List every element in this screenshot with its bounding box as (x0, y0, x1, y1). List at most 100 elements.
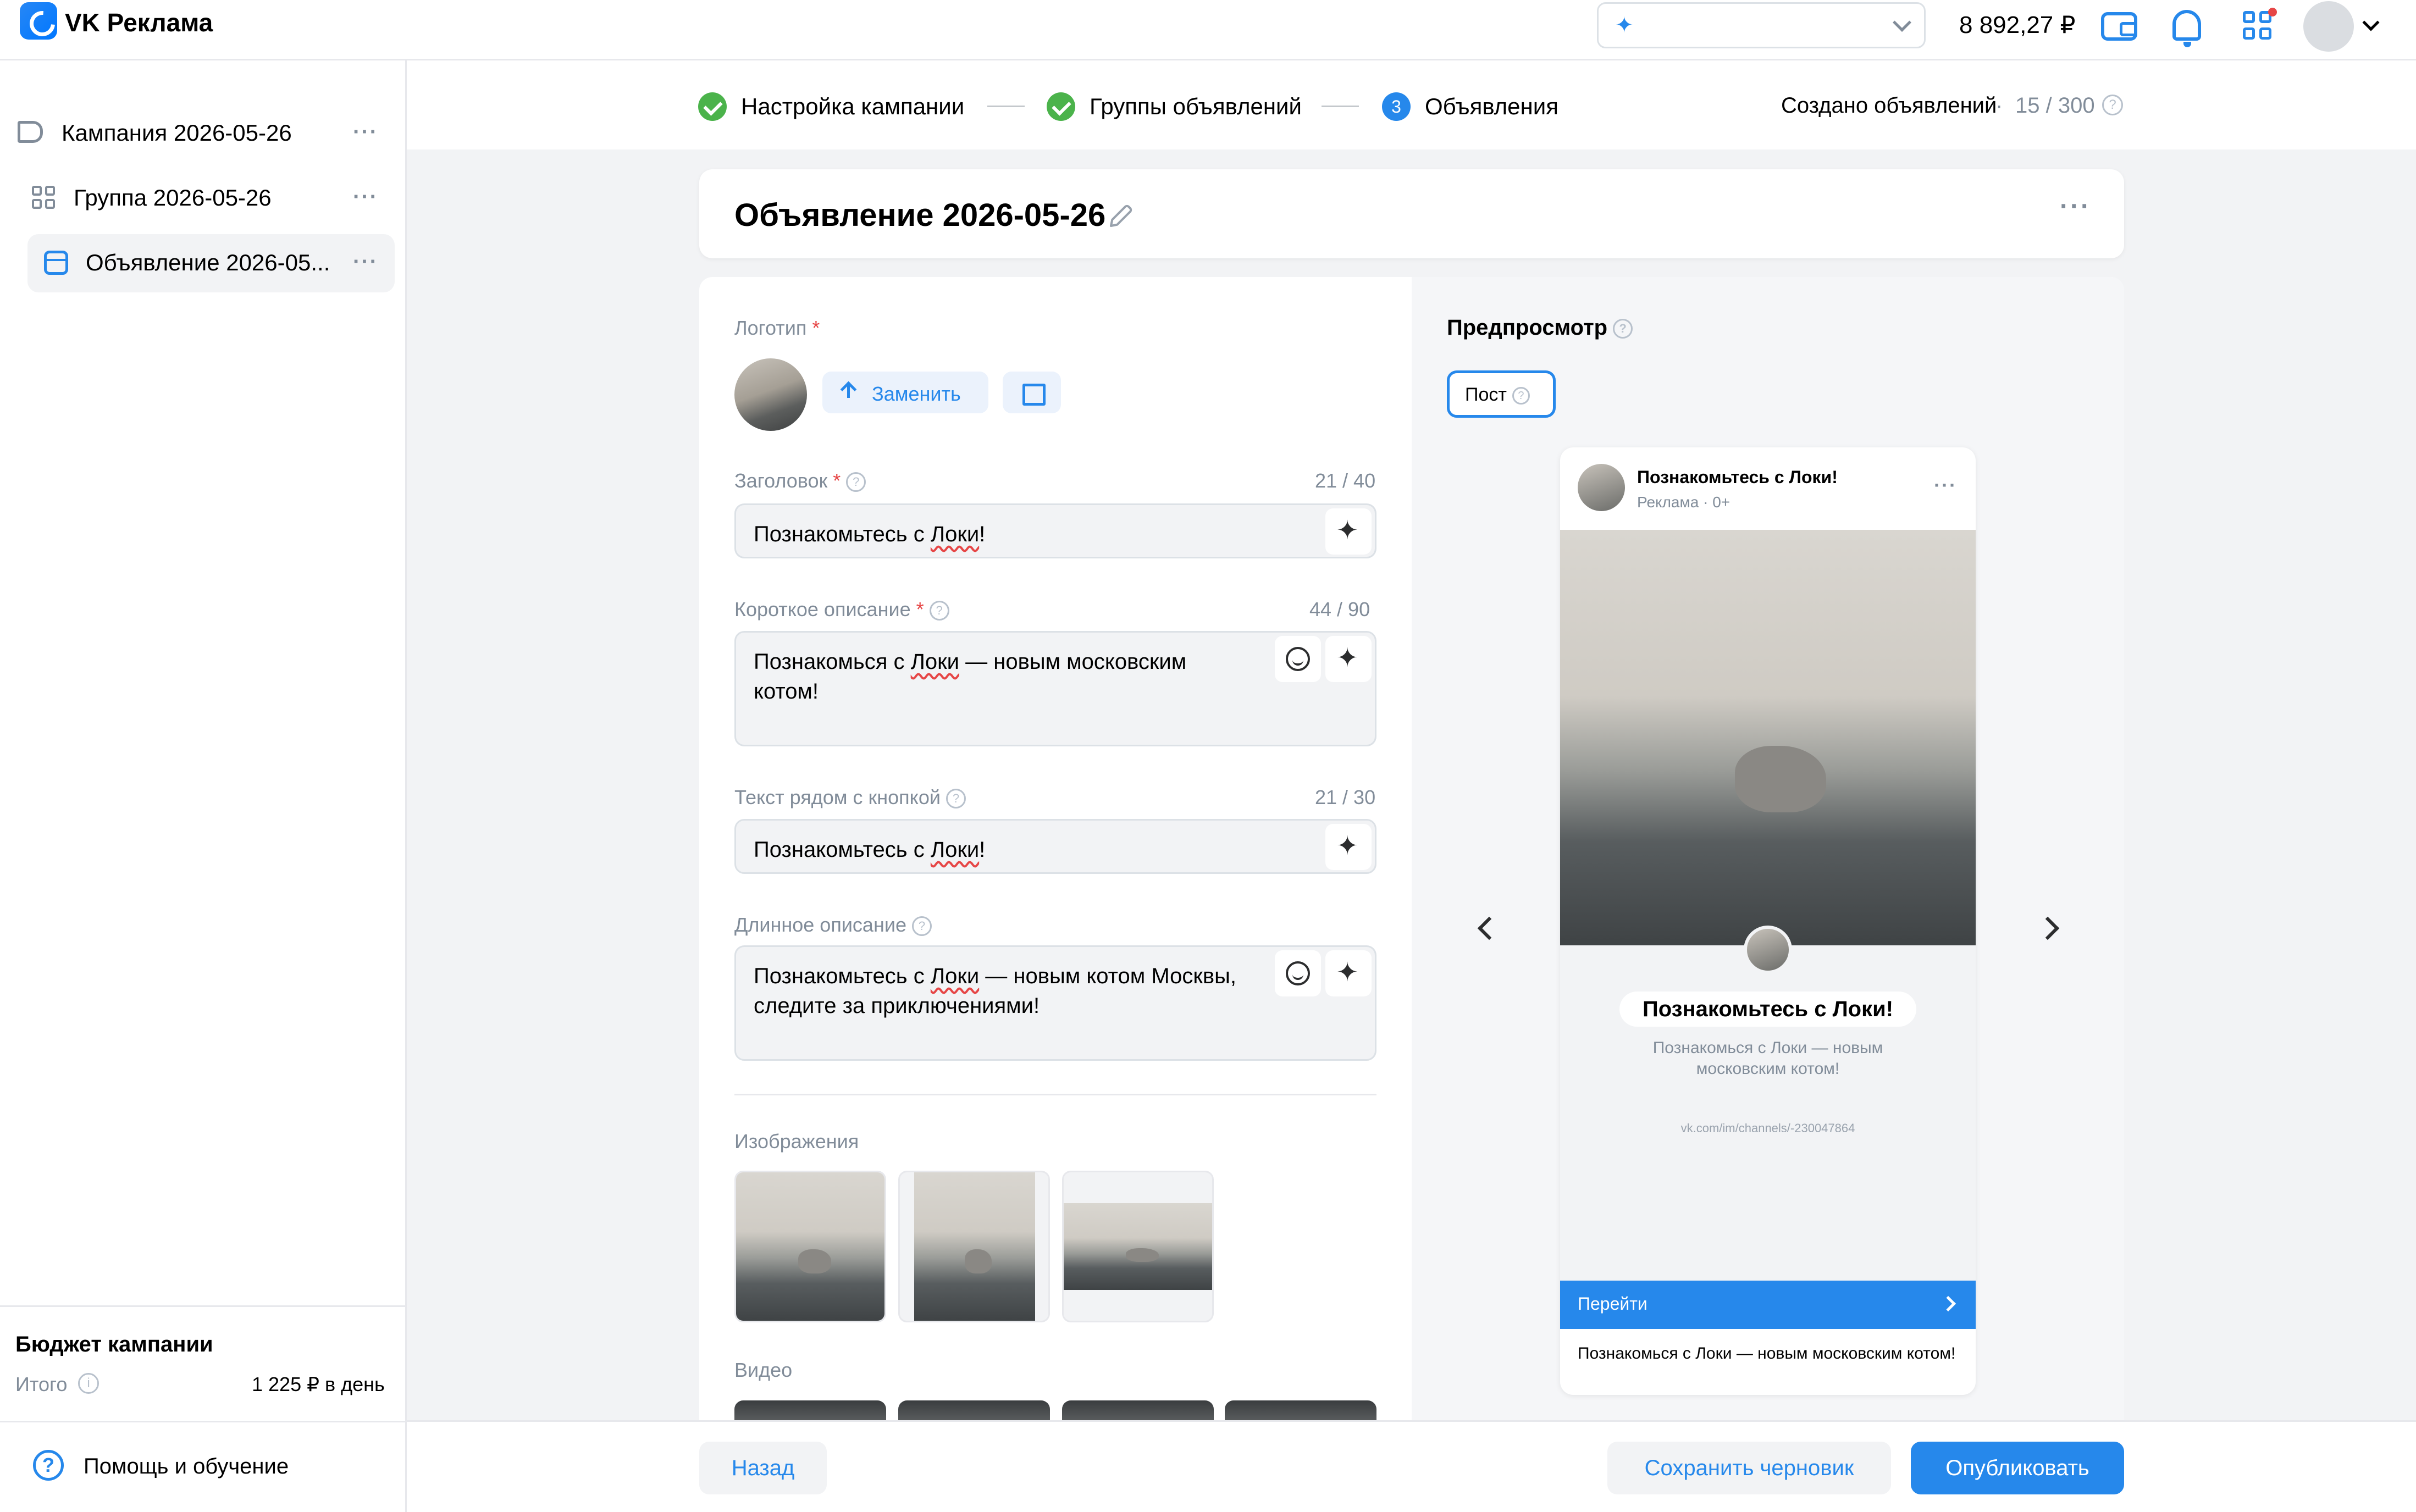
help-icon[interactable]: ? (33, 1450, 64, 1481)
check-icon (698, 92, 727, 121)
sidebar-item-group[interactable]: Группа 2026-05-26 ··· (27, 169, 395, 228)
sidebar-item-label: Объявление 2026-05... (86, 250, 330, 275)
ads-created-label: Создано объявлений (1781, 93, 1997, 118)
separator: · (1995, 93, 2003, 118)
more-icon[interactable]: ··· (353, 250, 378, 274)
save-draft-button[interactable]: Сохранить черновик (1607, 1442, 1891, 1494)
step-campaign-settings[interactable]: Настройка кампании (741, 93, 964, 120)
post-author-name: Познакомьтесь с Локи! (1637, 467, 1838, 487)
publish-button[interactable]: Опубликовать (1911, 1442, 2124, 1494)
image-thumbnail[interactable] (898, 1171, 1050, 1322)
chevron-down-icon[interactable] (2362, 14, 2380, 31)
apps-icon[interactable] (2243, 8, 2277, 42)
divider (0, 1305, 405, 1307)
post-preview: Познакомьтесь с Локи! Реклама · 0+ ··· П… (1560, 447, 1976, 1395)
help-link[interactable]: Помощь и обучение (84, 1454, 289, 1479)
more-icon[interactable]: ··· (353, 185, 378, 209)
more-icon[interactable]: ··· (2060, 191, 2091, 221)
pencil-icon[interactable] (1106, 201, 1136, 231)
step-ads[interactable]: Объявления (1425, 93, 1558, 120)
button-text-counter: 21 / 30 (1315, 786, 1376, 808)
post-meta: Реклама · 0+ (1637, 494, 1731, 511)
logo-label: Логотип * (734, 317, 820, 339)
sidebar-item-label: Группа 2026-05-26 (74, 185, 272, 211)
vk-ads-logo-icon[interactable] (20, 2, 57, 40)
images-label: Изображения (734, 1130, 859, 1153)
image-thumbnail[interactable] (734, 1171, 886, 1322)
user-avatar[interactable] (2303, 1, 2354, 52)
headline-counter: 21 / 40 (1315, 469, 1376, 492)
chevron-left-icon[interactable] (1477, 916, 1501, 940)
wallet-icon[interactable] (2101, 12, 2137, 41)
sparkle-icon: ✦ (1615, 13, 1634, 37)
long-description-input[interactable]: Познакомьтесь с Локи — новым котом Москв… (734, 945, 1376, 1061)
account-balance[interactable]: 8 892,27 ₽ (1959, 11, 2076, 39)
ad-title: Объявление 2026-05-26 (734, 197, 1106, 233)
step-ad-groups[interactable]: Группы объявлений (1090, 93, 1302, 120)
help-icon[interactable]: ? (911, 916, 932, 937)
ads-created-count: 15 / 300 (2015, 93, 2095, 118)
notification-dot (2268, 8, 2277, 16)
bottom-bar: Назад Сохранить черновик Опубликовать (407, 1420, 2416, 1512)
button-text-value: Познакомьтесь с Локи! (754, 838, 986, 862)
megaphone-icon (18, 121, 43, 143)
help-icon[interactable]: ? (946, 789, 966, 809)
help-icon[interactable]: ? (846, 472, 866, 492)
logo-image (734, 358, 807, 431)
chevron-down-icon (1893, 13, 1911, 32)
budget-label: Итого (15, 1373, 68, 1395)
replace-logo-button[interactable]: Заменить (822, 372, 988, 413)
more-icon[interactable]: ··· (353, 120, 378, 145)
bell-icon[interactable] (2172, 10, 2201, 47)
photo (1064, 1203, 1212, 1290)
chevron-right-icon[interactable] (2036, 916, 2060, 940)
step-connector (987, 106, 1025, 107)
cta-label: Перейти (1578, 1294, 1647, 1314)
ai-generate-icon[interactable] (1325, 950, 1372, 996)
sidebar-item-campaign[interactable]: Кампания 2026-05-26 ··· (18, 104, 395, 163)
image-thumbnail[interactable] (1062, 1171, 1214, 1322)
ai-generate-icon[interactable] (1325, 824, 1372, 870)
ai-assistant-select[interactable]: ✦ (1597, 2, 1926, 48)
help-icon[interactable]: ? (1613, 319, 1633, 339)
post-mini-avatar (1744, 926, 1792, 974)
app-title[interactable]: VK Реклама (65, 8, 213, 37)
post-description: Познакомься с Локи — новым московским ко… (1652, 1039, 1883, 1078)
emoji-icon[interactable] (1275, 636, 1321, 682)
sidebar: Кампания 2026-05-26 ··· Группа 2026-05-2… (0, 60, 407, 1512)
photo (736, 1172, 884, 1321)
post-link: vk.com/im/channels/-230047864 (1680, 1121, 1855, 1135)
ai-generate-icon[interactable] (1325, 636, 1372, 682)
help-icon[interactable]: ? (2102, 95, 2123, 115)
emoji-icon[interactable] (1275, 950, 1321, 996)
headline-input[interactable]: Познакомьтесь с Локи! (734, 503, 1376, 558)
replace-label: Заменить (872, 383, 961, 405)
ad-form-card: Логотип * Заменить Заголовок *? 21 / 40 … (699, 277, 2124, 1433)
post-headline: Познакомьтесь с Локи! (1619, 992, 1916, 1027)
sidebar-item-ad[interactable]: Объявление 2026-05... ··· (27, 234, 395, 292)
sidebar-item-label: Кампания 2026-05-26 (62, 120, 292, 146)
top-bar: VK Реклама ✦ 8 892,27 ₽ (0, 0, 2416, 60)
post-footer-text: Познакомься с Локи — новым московским ко… (1578, 1344, 1956, 1363)
headline-value: Познакомьтесь с Локи! (754, 522, 986, 546)
video-label: Видео (734, 1359, 793, 1381)
budget-title: Бюджет кампании (15, 1332, 213, 1356)
help-icon[interactable]: ? (1512, 387, 1530, 405)
short-description-input[interactable]: Познакомься с Локи — новым московским ко… (734, 631, 1376, 746)
long-description-label: Длинное описание? (734, 913, 932, 937)
preview-title: Предпросмотр? (1447, 315, 1633, 340)
button-text-label: Текст рядом с кнопкой? (734, 786, 966, 809)
button-text-input[interactable]: Познакомьтесь с Локи! (734, 819, 1376, 874)
info-icon[interactable]: i (78, 1373, 99, 1394)
divider (734, 1094, 1376, 1095)
short-description-counter: 44 / 90 (1309, 598, 1370, 621)
post-cta-button: Перейти (1560, 1281, 1976, 1329)
help-icon[interactable]: ? (929, 601, 949, 621)
ai-generate-icon[interactable] (1325, 508, 1372, 555)
upload-icon (841, 381, 856, 402)
preview-tab-post[interactable]: Пост? (1447, 370, 1556, 418)
budget-value: 1 225 ₽ в день (252, 1373, 385, 1395)
crop-icon[interactable] (1003, 372, 1061, 413)
tab-label: Пост? (1465, 384, 1530, 406)
back-button[interactable]: Назад (699, 1442, 827, 1494)
